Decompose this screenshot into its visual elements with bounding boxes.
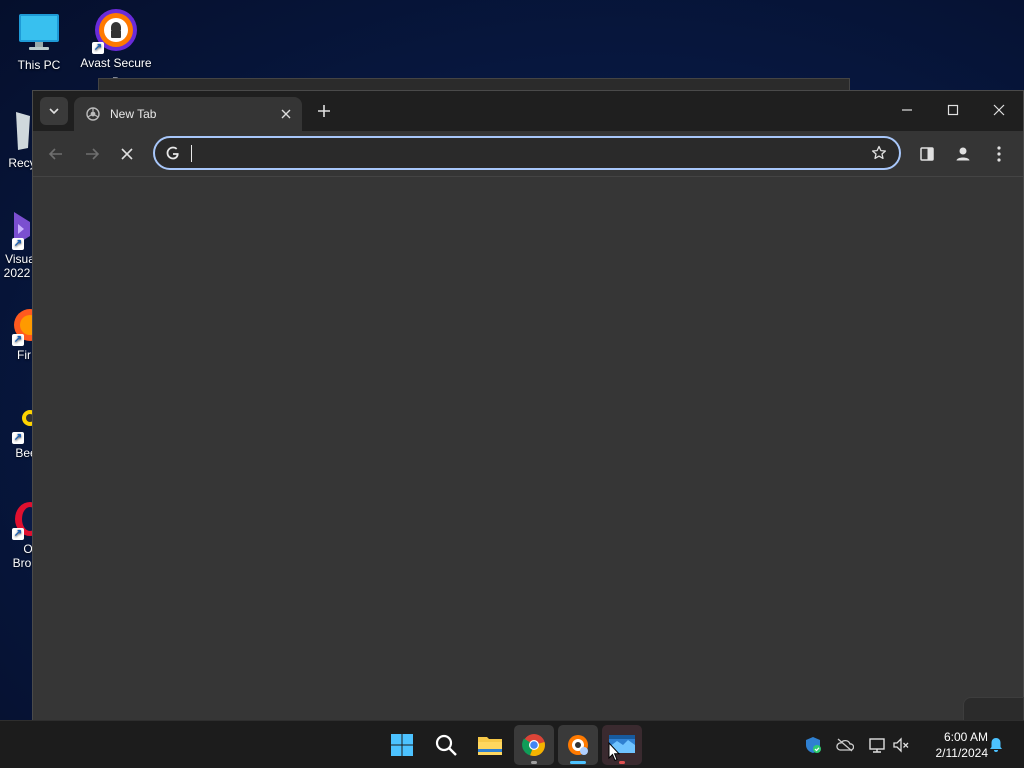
flyout-edge (963, 697, 1024, 721)
search-icon (435, 734, 457, 756)
taskbar: 6:00 AM 2/11/2024 (0, 720, 1024, 768)
desktop-icon-this-pc[interactable]: This PC (1, 10, 77, 72)
close-window-button[interactable] (976, 91, 1022, 129)
forward-button[interactable] (78, 140, 106, 168)
mouse-cursor-icon (608, 742, 620, 762)
star-icon (871, 145, 887, 160)
kebab-menu-icon (997, 146, 1001, 162)
taskbar-file-explorer[interactable] (470, 725, 510, 765)
menu-button[interactable] (985, 140, 1013, 168)
desktop-icon-label: Avast Secure (80, 56, 152, 70)
firefox-icon: ↗ (0, 306, 46, 346)
desktop-icon-firefox[interactable]: ↗ Fir (0, 306, 46, 362)
desktop-icon-recycle-bin[interactable]: Recy (0, 108, 36, 170)
taskbar-avast-browser[interactable] (558, 725, 598, 765)
arrow-right-icon (86, 148, 100, 160)
recycle-bin-icon (0, 108, 36, 152)
clock-time: 6:00 AM (943, 730, 988, 744)
maximize-button[interactable] (930, 91, 976, 129)
close-icon (993, 104, 1005, 116)
profile-icon (956, 147, 970, 161)
tab-close-button[interactable] (278, 106, 294, 122)
clock-date: 2/11/2024 (935, 746, 989, 760)
notification-button[interactable] (986, 735, 1006, 755)
chrome-icon (522, 734, 545, 757)
desktop-icon-avast-browser[interactable]: ↗ Avast Secure B (78, 8, 154, 84)
title-bar: New Tab (33, 91, 1023, 131)
text-caret (191, 145, 192, 162)
taskbar-search-button[interactable] (426, 725, 466, 765)
tray-defender[interactable] (803, 735, 823, 755)
taskbar-chrome[interactable] (514, 725, 554, 765)
desktop-icon-label: Fir (17, 348, 31, 362)
taskbar-clock[interactable]: 6:00 AM 2/11/2024 (918, 729, 989, 761)
windows-start-icon (391, 734, 413, 756)
visual-studio-icon: ↗ (0, 210, 36, 250)
stop-loading-button[interactable] (113, 140, 141, 168)
tab-title: New Tab (110, 107, 157, 121)
minimize-button[interactable] (884, 91, 930, 129)
new-tab-button[interactable] (312, 99, 336, 123)
file-explorer-icon (478, 737, 502, 755)
profile-button[interactable] (949, 140, 977, 168)
opera-icon: ↗ (0, 500, 45, 540)
close-icon (121, 148, 133, 160)
shortcut-arrow-icon: ↗ (12, 432, 24, 444)
shortcut-arrow-icon: ↗ (12, 528, 24, 540)
side-panel-icon (920, 147, 934, 161)
volume-muted-icon (893, 737, 909, 753)
close-icon (281, 109, 291, 119)
network-icon (869, 738, 885, 753)
onedrive-icon (836, 738, 854, 752)
browser-window: New Tab (32, 90, 1024, 721)
page-content (33, 178, 1023, 721)
bell-icon (990, 738, 1002, 752)
arrow-left-icon (48, 148, 62, 160)
start-button[interactable] (382, 725, 422, 765)
address-input[interactable] (191, 141, 865, 165)
browser-toolbar (33, 131, 1023, 177)
address-bar[interactable] (153, 136, 901, 170)
shortcut-arrow-icon: ↗ (12, 238, 24, 250)
shortcut-arrow-icon: ↗ (12, 334, 24, 346)
shortcut-arrow-icon: ↗ (92, 42, 104, 54)
maximize-icon (947, 104, 959, 116)
tray-onedrive[interactable] (835, 735, 855, 755)
desktop-icon-opera[interactable]: ↗ O Bro (0, 500, 45, 570)
back-button[interactable] (42, 140, 70, 168)
plus-icon (318, 105, 330, 117)
chevron-down-icon (49, 108, 59, 115)
chrome-newtab-icon (86, 107, 100, 121)
avast-browser-icon (568, 735, 588, 755)
desktop-icon-label: This PC (17, 58, 61, 72)
bookmark-button[interactable] (865, 139, 893, 167)
tab-new-tab[interactable]: New Tab (74, 97, 302, 131)
avast-browser-icon: ↗ (92, 8, 138, 54)
tray-volume[interactable] (891, 735, 911, 755)
side-panel-button[interactable] (913, 140, 941, 168)
tray-network[interactable] (867, 735, 887, 755)
minimize-icon (902, 109, 912, 111)
desktop-icon-visual-studio[interactable]: ↗ Visua 2022 (0, 210, 36, 280)
active-indicator (570, 761, 586, 764)
monitor-icon (17, 10, 61, 54)
tab-search-button[interactable] (40, 97, 68, 125)
beeper-icon: ↗ (0, 404, 38, 444)
running-indicator (531, 761, 537, 764)
defender-icon (806, 737, 821, 753)
desktop-icon-beeper[interactable]: ↗ Bee (0, 404, 38, 460)
google-g-icon (166, 146, 179, 160)
